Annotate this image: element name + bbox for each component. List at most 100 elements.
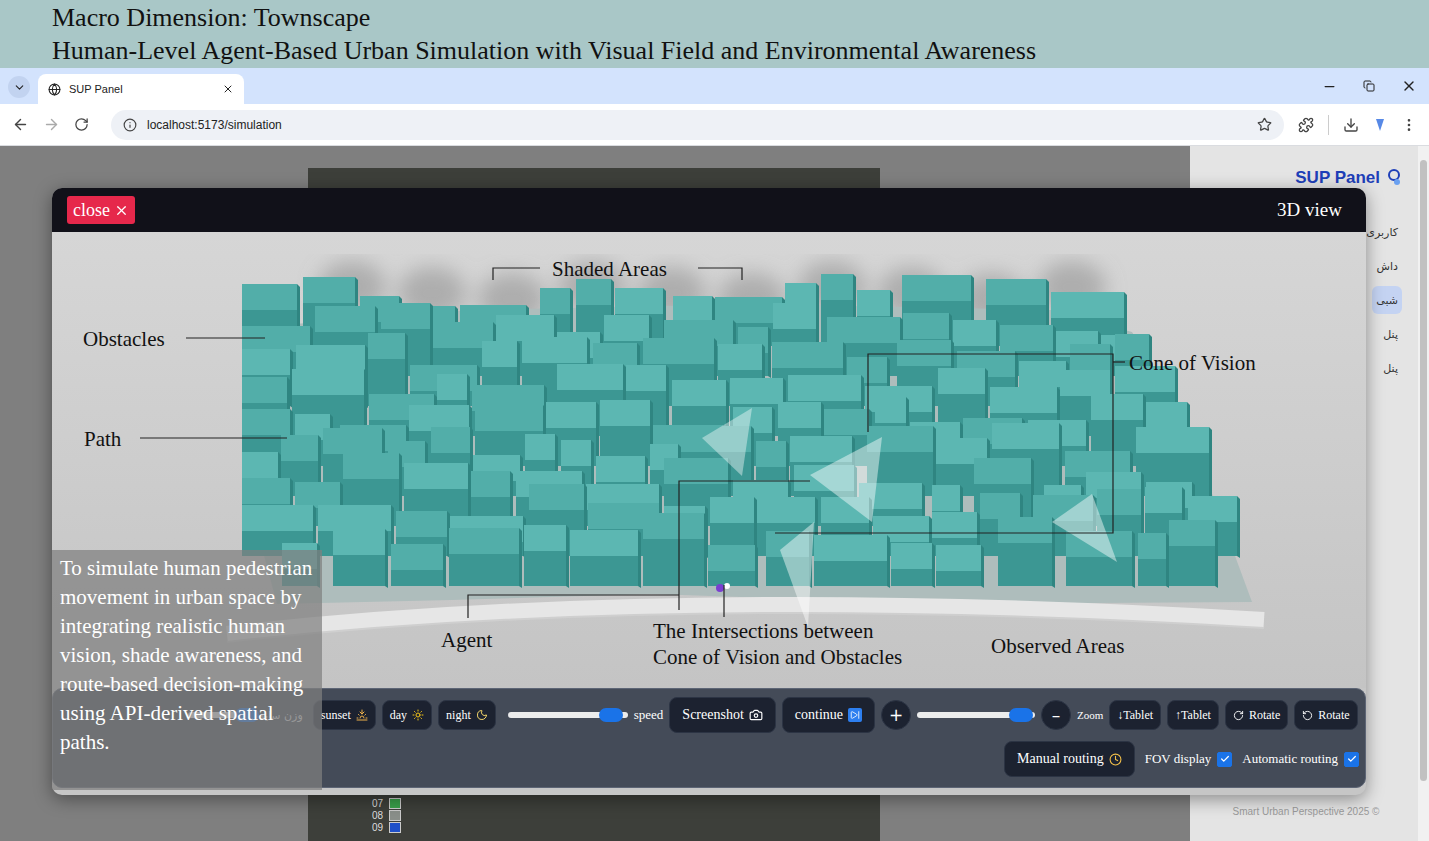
- close-icon[interactable]: [222, 83, 234, 95]
- sidebar-item[interactable]: پنل: [1379, 320, 1402, 348]
- window-controls: [1322, 78, 1429, 104]
- sidebar-item[interactable]: پنل: [1379, 354, 1402, 382]
- title-band: Macro Dimension: TownscapeHuman-Level Ag…: [0, 0, 1429, 68]
- sidebar-item[interactable]: شبی: [1372, 286, 1402, 314]
- sidebar-title: SUP Panel: [1190, 168, 1402, 188]
- close-window-icon[interactable]: [1401, 78, 1417, 94]
- sidebar-item[interactable]: داش: [1373, 252, 1402, 280]
- title-line: Macro Dimension: Townscape: [52, 1, 1377, 34]
- building: [242, 349, 293, 408]
- annotation-label: Observed Areas: [991, 633, 1125, 659]
- reload-icon[interactable]: [74, 117, 89, 132]
- building: [643, 513, 707, 588]
- annotation-label: Agent: [441, 627, 492, 653]
- building: [998, 517, 1055, 588]
- building: [472, 385, 547, 438]
- building: [814, 535, 890, 588]
- minimize-icon[interactable]: [1322, 79, 1337, 94]
- url-text: localhost:5173/simulation: [147, 118, 1247, 132]
- slider-thumb[interactable]: [599, 708, 623, 722]
- legend-swatch: [389, 822, 401, 833]
- zoom-slider[interactable]: [917, 712, 1035, 718]
- tablet-button[interactable]: ↑Tablet: [1167, 700, 1219, 730]
- legend-swatch: [389, 810, 401, 821]
- speed-label: speed: [634, 707, 664, 723]
- check-icon: [1347, 754, 1357, 764]
- rotate-button[interactable]: Rotate: [1225, 700, 1288, 730]
- back-icon[interactable]: [12, 116, 29, 133]
- forward-icon[interactable]: [43, 116, 60, 133]
- scrollbar-thumb[interactable]: [1420, 160, 1427, 781]
- speed-slider[interactable]: [508, 712, 628, 718]
- extensions-icon[interactable]: [1298, 117, 1314, 133]
- building: [524, 525, 569, 588]
- checkbox[interactable]: [1344, 752, 1359, 767]
- rotate-ccw-icon: [1302, 710, 1313, 721]
- tab-label: SUP Panel: [69, 83, 214, 95]
- building: [318, 505, 394, 558]
- agent-marker[interactable]: [716, 584, 724, 592]
- building: [449, 528, 522, 588]
- legend-item: 08: [372, 809, 880, 821]
- manual-routing-button[interactable]: Manual routing: [1004, 741, 1135, 777]
- logo-icon: [1388, 169, 1402, 187]
- annotation-label: Path: [84, 426, 121, 452]
- annotation-label: Shaded Areas: [552, 256, 667, 282]
- toggle-label: Automatic routing: [1242, 751, 1338, 767]
- clock-icon: [1109, 753, 1122, 766]
- close-x-icon: [114, 203, 129, 218]
- building: [936, 545, 984, 588]
- check-icon: [1220, 754, 1230, 764]
- continue-button[interactable]: continue: [782, 697, 875, 733]
- browser-tab-bar: SUP Panel: [0, 68, 1429, 104]
- toolbar-divider: [1328, 115, 1329, 135]
- building: [570, 530, 641, 588]
- sunset-icon: [356, 709, 368, 721]
- checkbox[interactable]: [1217, 752, 1232, 767]
- toggle[interactable]: Automatic routing: [1242, 751, 1359, 767]
- close-button[interactable]: close: [67, 196, 135, 224]
- legend-swatch: [389, 798, 401, 809]
- annotation-label: The Intersections betweenCone of Vision …: [653, 618, 902, 670]
- building: [391, 544, 446, 588]
- sidebar-item[interactable]: کاربری: [1362, 218, 1402, 246]
- mode-button[interactable]: night: [438, 700, 496, 730]
- slider-thumb[interactable]: [1009, 708, 1033, 722]
- tablet-button[interactable]: ↓Tablet: [1109, 700, 1161, 730]
- mode-button[interactable]: sunset: [313, 700, 376, 730]
- menu-icon[interactable]: [1401, 117, 1417, 133]
- globe-icon: [48, 83, 61, 96]
- download-icon[interactable]: [1343, 117, 1359, 133]
- zoom-out-button[interactable]: –: [1041, 700, 1071, 730]
- buildings: [242, 274, 1240, 588]
- building: [450, 516, 526, 558]
- title-line: Human-Level Agent-Based Urban Simulation…: [52, 34, 1377, 67]
- legend-item: 07: [372, 797, 880, 809]
- profile-icon[interactable]: [1373, 117, 1387, 133]
- ground: [247, 304, 1252, 604]
- address-bar: localhost:5173/simulation: [0, 104, 1429, 146]
- tab-list-button[interactable]: [8, 76, 30, 98]
- rotate-cw-icon: [1233, 710, 1244, 721]
- zoom-in-button[interactable]: +: [881, 700, 911, 730]
- restore-icon[interactable]: [1363, 80, 1375, 92]
- screen: Macro Dimension: TownscapeHuman-Level Ag…: [0, 0, 1429, 841]
- building: [1169, 520, 1218, 588]
- url-field[interactable]: localhost:5173/simulation: [111, 110, 1284, 140]
- caption-box: To simulate human pedestrian movement in…: [52, 550, 322, 790]
- camera-icon: [749, 708, 763, 722]
- star-icon[interactable]: [1257, 117, 1272, 132]
- building: [242, 377, 290, 438]
- chevron-down-icon: [13, 81, 26, 94]
- building: [333, 529, 388, 588]
- browser-tab[interactable]: SUP Panel: [38, 74, 244, 104]
- scrollbar[interactable]: [1418, 146, 1429, 841]
- info-icon[interactable]: [123, 118, 137, 132]
- agent-head: [724, 583, 730, 589]
- mode-button[interactable]: day: [382, 700, 432, 730]
- toggle[interactable]: FOV display: [1145, 751, 1233, 767]
- moon-icon: [476, 709, 488, 721]
- screenshot-button[interactable]: Screenshot: [669, 697, 775, 733]
- zoom-label: Zoom: [1077, 709, 1103, 721]
- rotate-button[interactable]: Rotate: [1294, 700, 1357, 730]
